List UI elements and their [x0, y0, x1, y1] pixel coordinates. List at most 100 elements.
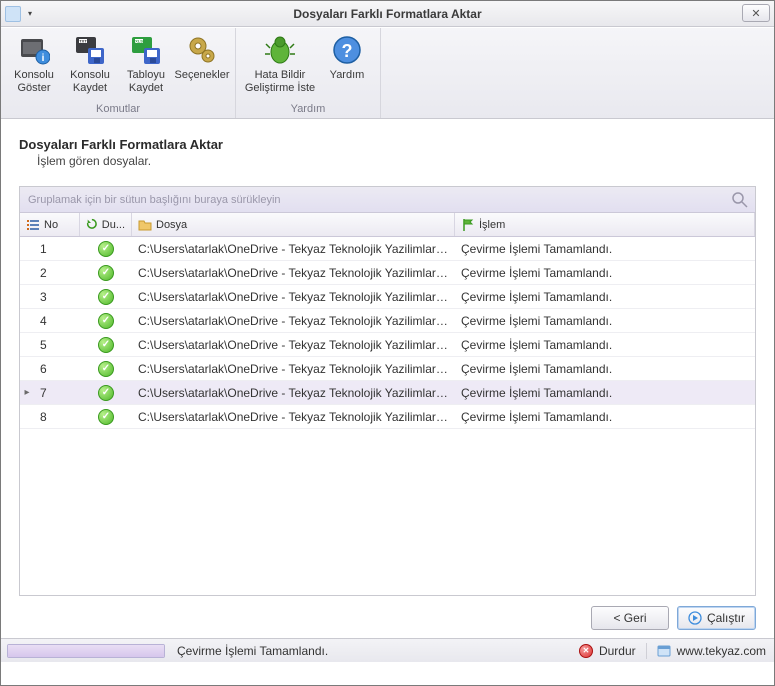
ribbon-group-caption: Yardım [242, 101, 374, 118]
ribbon-group-caption: Komutlar [7, 101, 229, 118]
grid: Gruplamak için bir sütun başlığını buray… [19, 186, 756, 596]
column-label: Dosya [156, 219, 187, 231]
cell-file: C:\Users\atarlak\OneDrive - Tekyaz Tekno… [132, 386, 455, 400]
help-icon: ? [331, 34, 363, 66]
svg-text:?: ? [342, 41, 353, 61]
button-label: Çalıştır [707, 611, 745, 625]
bug-icon [264, 34, 296, 66]
cell-status [80, 385, 132, 401]
progress-bar [7, 644, 165, 658]
page-heading: Dosyaları Farklı Formatlara Aktar [19, 137, 756, 152]
status-ok-icon [98, 289, 114, 305]
cell-no: 6 [34, 362, 80, 376]
console-save-icon: TXT [74, 34, 106, 66]
ribbon: i KonsoluGöster TXT KonsoluKaydet XLS Ta… [1, 27, 774, 119]
table-row[interactable]: ▸7C:\Users\atarlak\OneDrive - Tekyaz Tek… [20, 381, 755, 405]
stop-icon [579, 644, 593, 658]
table-row[interactable]: 1C:\Users\atarlak\OneDrive - Tekyaz Tekn… [20, 237, 755, 261]
cell-op: Çevirme İşlemi Tamamlandı. [455, 242, 755, 256]
app-icon [5, 6, 21, 22]
cell-file: C:\Users\atarlak\OneDrive - Tekyaz Tekno… [132, 266, 455, 280]
website-link[interactable]: www.tekyaz.com [677, 644, 766, 658]
stop-button[interactable]: Durdur [599, 644, 636, 658]
save-console-button[interactable]: TXT KonsoluKaydet [63, 30, 117, 101]
column-header-op[interactable]: İşlem [455, 213, 755, 236]
title-bar: ▾ Dosyaları Farklı Formatlara Aktar ✕ [1, 1, 774, 27]
cell-no: 8 [34, 410, 80, 424]
button-label: < Geri [613, 611, 646, 625]
table-row[interactable]: 8 C:\Users\atarlak\OneDrive - Tekyaz Tekn… [20, 405, 755, 429]
cell-status [80, 313, 132, 329]
table-row[interactable]: 4C:\Users\atarlak\OneDrive - Tekyaz Tekn… [20, 309, 755, 333]
back-button[interactable]: < Geri [591, 606, 669, 630]
table-row[interactable]: 2C:\Users\atarlak\OneDrive - Tekyaz Tekn… [20, 261, 755, 285]
list-icon [26, 218, 40, 232]
status-ok-icon [98, 361, 114, 377]
table-row[interactable]: 6 C:\Users\atarlak\OneDrive - Tekyaz Tekn… [20, 357, 755, 381]
cell-status [80, 265, 132, 281]
window-icon [657, 644, 671, 658]
page-subheading: İşlem gören dosyalar. [37, 154, 756, 168]
cell-status [80, 361, 132, 377]
cell-file: C:\Users\atarlak\OneDrive - Tekyaz Tekno… [132, 362, 455, 376]
cell-op: Çevirme İşlemi Tamamlandı. [455, 386, 755, 400]
column-label: Du... [102, 219, 125, 231]
gear-icon [186, 34, 218, 66]
table-row[interactable]: 5C:\Users\atarlak\OneDrive - Tekyaz Tekn… [20, 333, 755, 357]
cell-status [80, 241, 132, 257]
options-button[interactable]: Seçenekler [175, 30, 229, 101]
show-console-button[interactable]: i KonsoluGöster [7, 30, 61, 101]
cell-op: Çevirme İşlemi Tamamlandı. [455, 410, 755, 424]
close-button[interactable]: ✕ [742, 4, 770, 22]
ribbon-label: TabloyuKaydet [127, 69, 165, 94]
refresh-icon [86, 218, 98, 232]
status-ok-icon [98, 385, 114, 401]
ribbon-label: Hata BildirGeliştirme İste [245, 69, 315, 94]
cell-op: Çevirme İşlemi Tamamlandı. [455, 290, 755, 304]
cell-op: Çevirme İşlemi Tamamlandı. [455, 362, 755, 376]
ribbon-label: Seçenekler [174, 69, 229, 82]
ribbon-group-commands: i KonsoluGöster TXT KonsoluKaydet XLS Ta… [1, 28, 236, 118]
svg-text:XLS: XLS [135, 39, 143, 44]
svg-text:TXT: TXT [79, 39, 87, 44]
report-bug-button[interactable]: Hata BildirGeliştirme İste [242, 30, 318, 101]
svg-text:i: i [42, 53, 45, 64]
search-icon[interactable] [731, 191, 749, 209]
grid-group-panel[interactable]: Gruplamak için bir sütun başlığını buray… [20, 187, 755, 213]
table-save-icon: XLS [130, 34, 162, 66]
column-label: No [44, 219, 58, 231]
folder-icon [138, 218, 152, 232]
quick-access-dropdown-icon[interactable]: ▾ [25, 9, 35, 19]
play-icon [688, 611, 702, 625]
status-message: Çevirme İşlemi Tamamlandı. [177, 644, 328, 658]
status-ok-icon [98, 409, 114, 425]
cell-status [80, 409, 132, 425]
cell-file: C:\Users\atarlak\OneDrive - Tekyaz Tekno… [132, 410, 455, 424]
column-label: İşlem [479, 219, 505, 231]
save-table-button[interactable]: XLS TabloyuKaydet [119, 30, 173, 101]
run-button[interactable]: Çalıştır [677, 606, 756, 630]
ribbon-label: KonsoluKaydet [70, 69, 110, 94]
separator [646, 643, 647, 659]
cell-file: C:\Users\atarlak\OneDrive - Tekyaz Tekno… [132, 338, 455, 352]
column-header-no[interactable]: No [20, 213, 80, 236]
button-bar: < Geri Çalıştır [1, 596, 774, 638]
column-header-status[interactable]: Du... [80, 213, 132, 236]
cell-no: 3 [34, 290, 80, 304]
column-header-file[interactable]: Dosya [132, 213, 455, 236]
content-header: Dosyaları Farklı Formatlara Aktar İşlem … [1, 119, 774, 168]
cell-op: Çevirme İşlemi Tamamlandı. [455, 266, 755, 280]
console-show-icon: i [18, 34, 50, 66]
grid-body[interactable]: 1C:\Users\atarlak\OneDrive - Tekyaz Tekn… [20, 237, 755, 595]
ribbon-group-help: Hata BildirGeliştirme İste ? Yardım Yard… [236, 28, 381, 118]
window-title: Dosyaları Farklı Formatlara Aktar [1, 7, 774, 21]
status-ok-icon [98, 241, 114, 257]
status-ok-icon [98, 313, 114, 329]
table-row[interactable]: 3C:\Users\atarlak\OneDrive - Tekyaz Tekn… [20, 285, 755, 309]
help-button[interactable]: ? Yardım [320, 30, 374, 101]
ribbon-label: KonsoluGöster [14, 69, 54, 94]
grid-header: No Du... Dosya İşlem [20, 213, 755, 237]
row-indicator: ▸ [20, 387, 34, 398]
ribbon-label: Yardım [330, 69, 365, 82]
cell-op: Çevirme İşlemi Tamamlandı. [455, 338, 755, 352]
